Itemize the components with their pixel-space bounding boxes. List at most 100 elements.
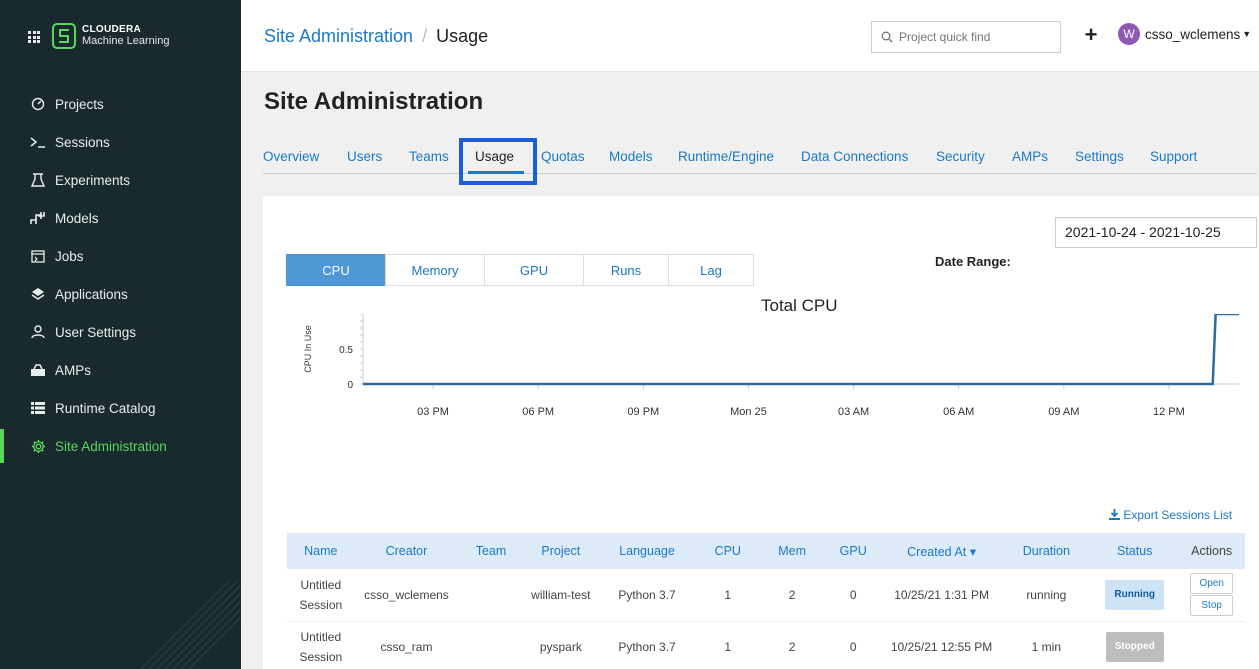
tab-security[interactable]: Security xyxy=(936,149,985,164)
breadcrumb: Site Administration / Usage xyxy=(264,26,488,47)
metric-lag-button[interactable]: Lag xyxy=(668,254,754,286)
download-icon xyxy=(1109,509,1120,520)
language-cell: Python 3.7 xyxy=(597,621,697,669)
metric-memory-button[interactable]: Memory xyxy=(385,254,485,286)
tab-quotas[interactable]: Quotas xyxy=(541,149,585,164)
caret-down-icon: ▼ xyxy=(1242,29,1252,39)
session-name-link[interactable]: Untitled Session xyxy=(287,621,355,669)
x-tick-label: 03 PM xyxy=(417,406,449,418)
tab-overview[interactable]: Overview xyxy=(263,149,319,164)
export-sessions-link[interactable]: Export Sessions List xyxy=(1109,508,1232,522)
col-duration[interactable]: Duration xyxy=(1001,533,1092,569)
creator-link[interactable]: csso_ram xyxy=(354,621,459,669)
sidebar-item-label: Models xyxy=(55,210,99,226)
date-range-label: Date Range: xyxy=(935,254,1011,269)
col-created-at[interactable]: Created At ▾ xyxy=(881,533,1002,569)
sidebar-item-user-settings[interactable]: User Settings xyxy=(0,313,241,351)
tab-data-connections[interactable]: Data Connections xyxy=(801,149,908,164)
breadcrumb-site-administration[interactable]: Site Administration xyxy=(264,26,413,46)
sidebar: CLOUDERA Machine Learning Projects Sessi… xyxy=(0,0,241,669)
x-tick-label: 06 PM xyxy=(522,406,554,418)
project-quick-find[interactable] xyxy=(871,21,1061,53)
sidebar-item-jobs[interactable]: Jobs xyxy=(0,237,241,275)
col-status[interactable]: Status xyxy=(1091,533,1179,569)
metric-gpu-button[interactable]: GPU xyxy=(484,254,584,286)
sidebar-item-models[interactable]: Models xyxy=(0,199,241,237)
avatar: W xyxy=(1118,23,1140,45)
project-link[interactable]: william-test xyxy=(523,569,598,622)
metric-cpu-button[interactable]: CPU xyxy=(286,254,386,286)
cpu-chart: 0 0.5 CPU In Use 03 PM 06 PM 09 PM Mon 25 03 AM… xyxy=(303,314,1239,418)
sidebar-item-label: Sessions xyxy=(55,134,110,150)
session-name-link[interactable]: Untitled Session xyxy=(287,569,355,622)
sidebar-item-amps[interactable]: AMPs xyxy=(0,351,241,389)
created-at-cell: 10/25/21 1:31 PM xyxy=(881,569,1002,622)
breadcrumb-separator: / xyxy=(422,26,428,46)
creator-link[interactable]: csso_wclemens xyxy=(354,569,459,622)
sessions-table: Name Creator Team Project Language CPU M… xyxy=(287,533,1245,669)
tab-teams[interactable]: Teams xyxy=(409,149,449,164)
mem-cell: 2 xyxy=(759,621,825,669)
gpu-cell: 0 xyxy=(824,569,882,622)
team-cell xyxy=(458,621,524,669)
add-button[interactable]: + xyxy=(1079,22,1103,48)
tab-usage[interactable]: Usage xyxy=(475,149,514,164)
table-header-row: Name Creator Team Project Language CPU M… xyxy=(287,533,1245,569)
status-cell: Running xyxy=(1091,569,1179,622)
col-language[interactable]: Language xyxy=(597,533,697,569)
tab-amps[interactable]: AMPs xyxy=(1012,149,1048,164)
tab-support[interactable]: Support xyxy=(1150,149,1197,164)
sidebar-item-experiments[interactable]: Experiments xyxy=(0,161,241,199)
sidebar-item-applications[interactable]: Applications xyxy=(0,275,241,313)
projects-icon xyxy=(30,96,46,112)
status-cell: Stopped xyxy=(1091,621,1179,669)
cpu-series-line xyxy=(363,314,1239,386)
usage-panel: CPU Memory GPU Runs Lag Date Range: 2021… xyxy=(263,196,1259,669)
tab-settings[interactable]: Settings xyxy=(1075,149,1124,164)
export-label: Export Sessions List xyxy=(1123,508,1233,522)
col-cpu[interactable]: CPU xyxy=(696,533,760,569)
y-axis-label: CPU In Use xyxy=(303,325,313,373)
sidebar-item-sessions[interactable]: Sessions xyxy=(0,123,241,161)
col-project[interactable]: Project xyxy=(523,533,598,569)
tab-runtime-engine[interactable]: Runtime/Engine xyxy=(678,149,774,164)
search-input[interactable] xyxy=(899,30,1049,44)
actions-cell xyxy=(1178,621,1245,669)
user-icon xyxy=(30,324,46,340)
col-name[interactable]: Name xyxy=(287,533,355,569)
decorative-stripes xyxy=(140,580,241,669)
table-row: Untitled Session csso_wclemens william-t… xyxy=(287,569,1245,622)
cpu-cell: 1 xyxy=(696,569,760,622)
col-team[interactable]: Team xyxy=(458,533,524,569)
tab-users[interactable]: Users xyxy=(347,149,382,164)
sidebar-item-site-administration[interactable]: Site Administration xyxy=(0,427,241,465)
cloudera-logo-icon xyxy=(52,23,76,49)
sidebar-item-label: AMPs xyxy=(55,362,92,378)
date-range-input[interactable]: 2021-10-24 - 2021-10-25 xyxy=(1055,217,1257,248)
jobs-icon xyxy=(30,248,46,264)
sidebar-item-runtime-catalog[interactable]: Runtime Catalog xyxy=(0,389,241,427)
col-creator[interactable]: Creator xyxy=(354,533,459,569)
metric-selector: CPU Memory GPU Runs Lag xyxy=(286,254,754,286)
col-actions: Actions xyxy=(1178,533,1245,569)
open-session-button[interactable]: Open xyxy=(1190,573,1234,595)
breadcrumb-usage: Usage xyxy=(436,26,489,46)
tab-models[interactable]: Models xyxy=(609,149,653,164)
y-tick-label: 0 xyxy=(347,380,353,391)
sidebar-item-label: Projects xyxy=(55,96,104,112)
sort-desc-icon: ▾ xyxy=(969,544,976,559)
user-menu[interactable]: W csso_wclemens ▼ xyxy=(1118,23,1251,45)
col-mem[interactable]: Mem xyxy=(759,533,825,569)
stop-session-button[interactable]: Stop xyxy=(1190,595,1234,617)
sidebar-item-projects[interactable]: Projects xyxy=(0,85,241,123)
language-cell: Python 3.7 xyxy=(597,569,697,622)
models-icon xyxy=(30,210,46,226)
app-grid-icon[interactable] xyxy=(28,31,40,43)
col-gpu[interactable]: GPU xyxy=(824,533,882,569)
username: csso_wclemens xyxy=(1145,26,1241,42)
x-tick-label: 12 PM xyxy=(1153,406,1185,418)
y-tick-label: 0.5 xyxy=(339,345,353,356)
x-tick-label: 09 AM xyxy=(1048,406,1079,418)
metric-runs-button[interactable]: Runs xyxy=(583,254,669,286)
project-link[interactable]: pyspark xyxy=(523,621,598,669)
